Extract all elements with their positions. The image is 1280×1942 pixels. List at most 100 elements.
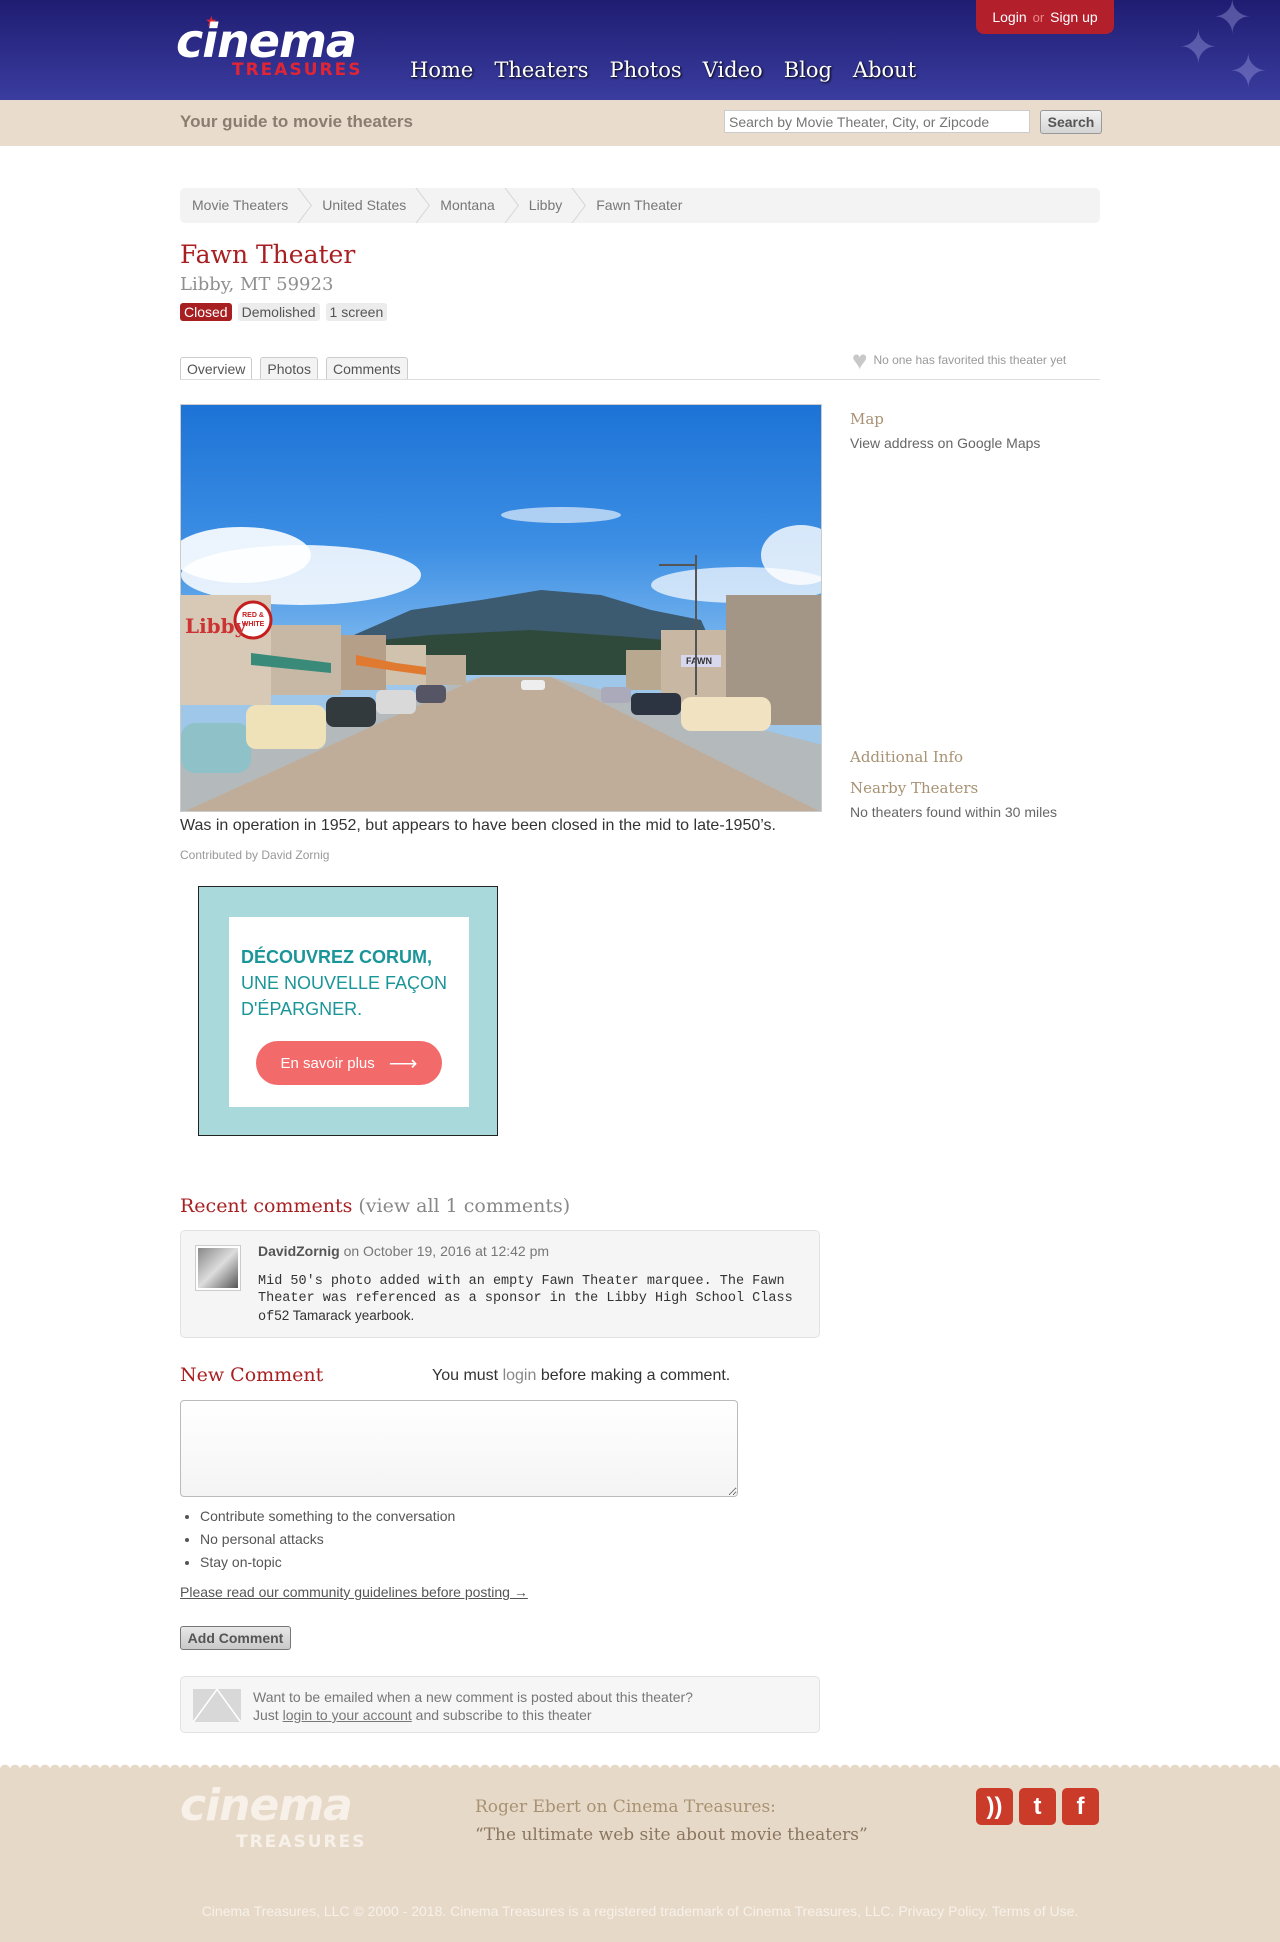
footer-scallop [0, 1760, 1280, 1770]
screens-badge[interactable]: 1 screen [325, 303, 388, 321]
footer-logo[interactable]: cinema [180, 1780, 353, 1831]
logo-subtext: TREASURES [232, 60, 363, 80]
avatar-image [198, 1248, 238, 1288]
avatar[interactable] [195, 1245, 241, 1291]
breadcrumb-label: Fawn Theater [596, 197, 683, 213]
msg-after: before making a comment. [536, 1367, 731, 1384]
comment-textarea[interactable] [180, 1400, 738, 1497]
theater-tabs: Overview Photos Comments [180, 357, 408, 380]
community-guidelines-link[interactable]: Please read our community guidelines bef… [180, 1584, 528, 1600]
nav-home[interactable]: Home [410, 58, 473, 82]
site-header: ★ cinema TREASURES Home Theaters Photos … [0, 0, 1280, 100]
tab-overview[interactable]: Overview [180, 357, 253, 380]
decorative-stars: ✦ ✦ ✦ [1179, 0, 1280, 100]
page-title: Fawn Theater [180, 240, 356, 269]
notify-after: and subscribe to this theater [411, 1707, 592, 1723]
auth-or: or [1032, 9, 1045, 25]
comment-rules: Contribute something to the conversation… [200, 1508, 455, 1577]
tab-comments[interactable]: Comments [325, 357, 408, 380]
ad-headline: DÉCOUVREZ CORUM, [241, 947, 433, 967]
nav-blog[interactable]: Blog [784, 58, 832, 82]
notify-subtext: Just login to your account and subscribe… [253, 1707, 592, 1723]
additional-info-heading[interactable]: Additional Info [850, 748, 963, 766]
breadcrumb-label: United States [322, 197, 407, 213]
comment-rule: Contribute something to the conversation [200, 1508, 455, 1531]
theater-location: Libby, MT 59923 [180, 274, 334, 295]
comment-rule: No personal attacks [200, 1531, 455, 1554]
site-logo[interactable]: ★ cinema TREASURES [176, 13, 376, 84]
breadcrumb-item[interactable]: Movie Theaters [180, 188, 310, 223]
view-all-comments-link[interactable]: (view all 1 comments) [358, 1195, 570, 1217]
email-notify-box: Want to be emailed when a new comment is… [180, 1676, 820, 1733]
tab-photos[interactable]: Photos [260, 357, 318, 380]
login-required-message: You must login before making a comment. [432, 1367, 730, 1385]
town-sign: Libby [185, 614, 248, 638]
photo-contributor: Contributed by David Zornig [180, 848, 330, 862]
login-account-link[interactable]: login to your account [283, 1707, 412, 1723]
favorite-text: No one has favorited this theater yet [873, 353, 1067, 367]
login-link[interactable]: Login [992, 9, 1026, 25]
notify-before: Just [253, 1707, 283, 1723]
theater-marquee: FAWN [686, 656, 712, 666]
envelope-icon [193, 1689, 241, 1722]
ad-cta-label: En savoir plus [280, 1054, 375, 1072]
twitter-icon[interactable]: t [1019, 1788, 1056, 1825]
recent-comments-title: Recent comments [180, 1195, 353, 1217]
nearby-theaters-text: No theaters found within 30 miles [850, 804, 1057, 820]
breadcrumb-item[interactable]: United States [310, 188, 428, 223]
breadcrumb: Movie Theaters United States Montana Lib… [180, 188, 1100, 223]
ad-cta-button[interactable]: En savoir plus ⟶ [256, 1041, 442, 1085]
footer-quote: “The ultimate web site about movie theat… [475, 1825, 868, 1845]
comment-meta: DavidZornig on October 19, 2016 at 12:42… [258, 1243, 549, 1259]
map-heading: Map [850, 410, 884, 428]
subheader-scallop [0, 140, 1280, 150]
rss-icon[interactable]: )) [976, 1788, 1013, 1825]
add-comment-button[interactable]: Add Comment [180, 1626, 291, 1650]
signup-link[interactable]: Sign up [1050, 9, 1097, 25]
google-maps-link[interactable]: View address on Google Maps [850, 435, 1040, 451]
notify-text: Want to be emailed when a new comment is… [253, 1689, 693, 1705]
search-button[interactable]: Search [1040, 110, 1102, 134]
theater-photo[interactable]: RED & WHITE Libby FAWN [180, 404, 822, 812]
ad-subline-2: D'ÉPARGNER. [241, 999, 363, 1019]
nav-theaters[interactable]: Theaters [494, 58, 588, 82]
tagline: Your guide to movie theaters [180, 112, 414, 131]
comment-author-link[interactable]: DavidZornig [258, 1243, 340, 1259]
status-badges: Closed Demolished 1 screen [180, 303, 388, 321]
comment-rule: Stay on-topic [200, 1554, 455, 1577]
heart-icon[interactable]: ♥ [852, 347, 867, 373]
nav-photos[interactable]: Photos [609, 58, 681, 82]
star-icon: ✦ [1229, 45, 1268, 97]
star-icon: ✦ [1179, 21, 1218, 73]
arrow-right-icon: ⟶ [388, 1052, 418, 1075]
nearby-theaters-heading: Nearby Theaters [850, 779, 979, 797]
breadcrumb-item[interactable]: Libby [517, 188, 584, 223]
status-badge-demolished[interactable]: Demolished [237, 303, 320, 321]
ad-subline: UNE NOUVELLE FAÇON [241, 973, 448, 993]
social-links: )) t f [976, 1788, 1099, 1825]
recent-comments-heading: Recent comments (view all 1 comments) [180, 1195, 570, 1217]
footer-quote-attribution: Roger Ebert on Cinema Treasures: [475, 1797, 776, 1817]
main-nav: Home Theaters Photos Video Blog About [410, 58, 916, 82]
favorite-area: ♥ No one has favorited this theater yet [852, 347, 1067, 373]
facebook-icon[interactable]: f [1062, 1788, 1099, 1825]
search-input[interactable] [724, 110, 1030, 133]
copyright: Cinema Treasures, LLC © 2000 - 2018. Cin… [201, 1903, 1079, 1919]
street-scene-image: RED & WHITE Libby FAWN [181, 507, 821, 811]
login-link-inline[interactable]: login [503, 1367, 537, 1384]
breadcrumb-label: Movie Theaters [192, 197, 289, 213]
auth-box: Login or Sign up [976, 0, 1114, 34]
nav-video[interactable]: Video [703, 58, 763, 82]
new-comment-heading: New Comment [180, 1364, 324, 1386]
msg-before: You must [432, 1367, 503, 1384]
breadcrumb-label: Montana [440, 197, 495, 213]
comment-item: DavidZornig on October 19, 2016 at 12:42… [180, 1230, 820, 1338]
breadcrumb-item[interactable]: Montana [428, 188, 516, 223]
status-badge-closed[interactable]: Closed [180, 303, 232, 321]
breadcrumb-label: Libby [528, 197, 563, 213]
advertisement[interactable]: DÉCOUVREZ CORUM, UNE NOUVELLE FAÇON D'ÉP… [198, 886, 498, 1136]
star-icon: ✦ [1213, 0, 1252, 43]
footer-logo-sub: TREASURES [236, 1832, 367, 1852]
nav-about[interactable]: About [853, 58, 916, 82]
ad-card: DÉCOUVREZ CORUM, UNE NOUVELLE FAÇON D'ÉP… [229, 917, 469, 1107]
